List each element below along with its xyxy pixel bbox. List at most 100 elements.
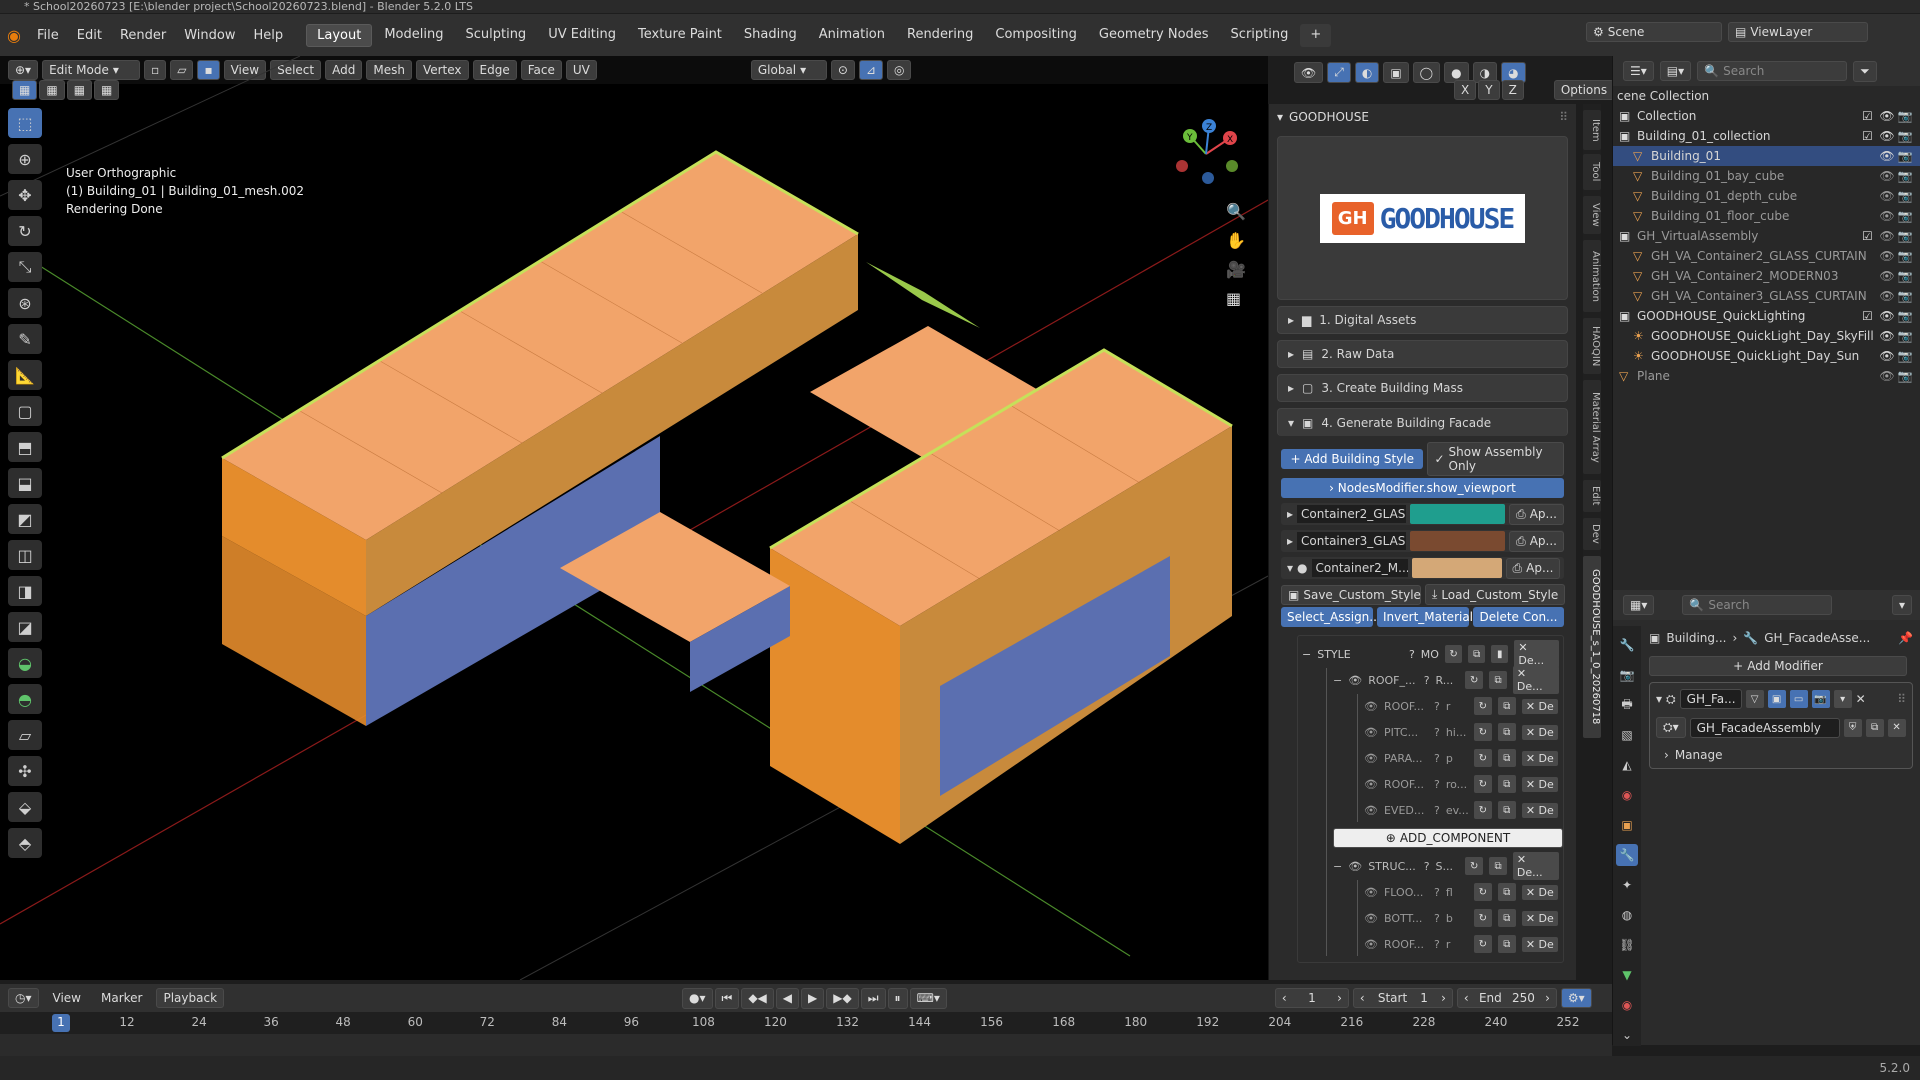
tab-tool[interactable]: Tool (1583, 154, 1601, 190)
navigation-gizmo[interactable]: X Y Z (1168, 116, 1244, 192)
timeline-editor-icon[interactable]: ◷▾ (8, 988, 39, 1008)
component-row[interactable]: 👁 EVED...? ev... ↻ ⧉ ✕ De (1364, 798, 1559, 822)
scale-tool-icon[interactable]: ⤡ (8, 252, 42, 282)
tab-material-array[interactable]: Material Array (1583, 380, 1601, 474)
container-row-expanded[interactable]: ▾ ● Container2_M... ⎙ Ap... (1281, 557, 1564, 579)
add-component-button[interactable]: ⊕ ADD_COMPONENT (1333, 828, 1563, 848)
more-tab-icon[interactable]: ⌄ (1616, 1024, 1638, 1046)
tab-edit[interactable]: Edit (1583, 480, 1601, 512)
outliner-row[interactable]: ▽ Building_01_bay_cube 👁 📷 (1613, 166, 1920, 186)
refresh-icon[interactable]: ↻ (1473, 749, 1492, 767)
camera-icon[interactable]: 📷 (1896, 129, 1914, 143)
refresh-icon[interactable]: ↻ (1465, 671, 1484, 689)
display-mode-icon[interactable]: ▤▾ (1659, 61, 1692, 81)
invert-material-button[interactable]: Invert_Material... (1377, 607, 1484, 627)
eye-icon[interactable]: 👁 (1364, 752, 1378, 765)
menu-edit[interactable]: Edit (68, 28, 111, 43)
tab-texture-paint[interactable]: Texture Paint (628, 24, 732, 47)
tab-rendering[interactable]: Rendering (897, 24, 983, 47)
eye-icon[interactable]: 👁 (1364, 886, 1378, 899)
delete-button[interactable]: ✕ De (1521, 802, 1558, 818)
constraints-tab-icon[interactable]: ⛓ (1616, 934, 1638, 956)
eye-icon[interactable]: 👁 (1878, 349, 1896, 363)
unlink-icon[interactable]: ✕ (1887, 718, 1906, 737)
prev-keyframe-icon[interactable]: ◆◀ (741, 987, 774, 1009)
tab-goodhouse[interactable]: GOODHOUSE_s_1_0_20260718 (1583, 556, 1601, 738)
menu-window[interactable]: Window (175, 28, 244, 43)
apply-button[interactable]: ⎙ Ap... (1505, 557, 1561, 579)
move-tool-icon[interactable]: ✥ (8, 180, 42, 210)
manage-subpanel[interactable]: › Manage (1656, 748, 1906, 762)
modifier-menu-icon[interactable]: ▾ (1833, 690, 1852, 708)
duplicate-icon[interactable]: ⧉ (1489, 857, 1507, 875)
fake-user-icon[interactable]: ⛨ (1843, 718, 1862, 737)
chevron-down-icon[interactable]: ▾ (1656, 692, 1662, 706)
loopcut-tool-icon[interactable]: ◫ (8, 540, 42, 570)
camera-icon[interactable]: 📷 (1896, 109, 1914, 123)
start-frame-field[interactable]: ‹ Start 1 › (1352, 988, 1453, 1008)
play-reverse-icon[interactable]: ◀ (775, 987, 800, 1009)
jump-end-icon[interactable]: ⏭ (860, 987, 886, 1009)
component-row[interactable]: 👁 ROOF...? r ↻ ⧉ ✕ De (1364, 694, 1559, 718)
menu-help[interactable]: Help (245, 28, 293, 43)
help-icon[interactable]: ? (1434, 726, 1440, 739)
bevel-tool-icon[interactable]: ◩ (8, 504, 42, 534)
filter-icon[interactable]: ⏷ (1853, 60, 1877, 82)
show-assembly-only-toggle[interactable]: ✓ Show Assembly Only (1427, 442, 1564, 476)
nodes-modifier-button[interactable]: › NodesModifier.show_viewport (1281, 478, 1564, 498)
blender-logo-icon[interactable]: ◉ (0, 26, 28, 45)
gizmo-icon[interactable]: ⤢ (1327, 62, 1351, 83)
eye-icon[interactable]: 👁 (1364, 700, 1378, 713)
component-row[interactable]: 👁 FLOO...? fl ↻ ⧉ ✕ De (1364, 880, 1559, 904)
help-icon[interactable]: ? (1424, 860, 1430, 873)
smooth-tool-icon[interactable]: ◓ (8, 684, 42, 714)
edge-slide-tool-icon[interactable]: ▱ (8, 720, 42, 750)
camera-icon[interactable]: 📷 (1896, 169, 1914, 183)
data-tab-icon[interactable]: ▼ (1616, 964, 1638, 986)
modifier-name-field[interactable]: GH_Fa... (1679, 689, 1742, 709)
physics-tab-icon[interactable]: ◍ (1616, 904, 1638, 926)
structure-group-row[interactable]: − 👁 STRUC... ? S... ↻ ⧉ ✕ De... (1333, 852, 1559, 880)
render-tab-icon[interactable]: 📷 (1616, 664, 1638, 686)
outliner-editor-icon[interactable]: ☰▾ (1623, 61, 1654, 81)
component-row[interactable]: 👁 PITC...? hi... ↻ ⧉ ✕ De (1364, 720, 1559, 744)
pan-hand-icon[interactable]: ✋ (1226, 231, 1246, 250)
material-tab-icon[interactable]: ◉ (1616, 994, 1638, 1016)
rotate-tool-icon[interactable]: ↻ (8, 216, 42, 246)
tab-haoqin[interactable]: HAOQIN (1583, 318, 1601, 374)
delete-button[interactable]: ✕ De (1521, 724, 1558, 740)
tab-modeling[interactable]: Modeling (374, 24, 453, 47)
camera-icon[interactable]: 📷 (1896, 349, 1914, 363)
refresh-icon[interactable]: ↻ (1473, 883, 1492, 901)
dropdown-icon[interactable]: ▾ (1891, 595, 1912, 615)
editmode-toggle-icon[interactable]: ▽ (1745, 690, 1764, 708)
tab-animation[interactable]: Animation (1583, 240, 1601, 312)
camera-icon[interactable]: 📷 (1896, 289, 1914, 303)
knife-tool-icon[interactable]: ◨ (8, 576, 42, 606)
refresh-icon[interactable]: ↻ (1444, 645, 1463, 663)
viewlayer-field[interactable]: ▤ ViewLayer (1728, 22, 1868, 42)
eye-icon[interactable]: 👁 (1348, 674, 1362, 687)
node-group-field[interactable]: GH_FacadeAssembly (1689, 717, 1840, 738)
delete-button[interactable]: ✕ De (1521, 936, 1558, 952)
tool-tab-icon[interactable]: 🔧 (1616, 634, 1638, 656)
help-icon[interactable]: ? (1434, 886, 1440, 899)
eye-icon[interactable]: 👁 (1878, 129, 1896, 143)
outliner-row[interactable]: ▽ Building_01_floor_cube 👁 📷 (1613, 206, 1920, 226)
duplicate-icon[interactable]: ⧉ (1865, 718, 1884, 737)
add-modifier-button[interactable]: + Add Modifier (1649, 656, 1907, 676)
output-tab-icon[interactable]: 🖶 (1616, 694, 1638, 716)
outliner-row[interactable]: ▽ GH_VA_Container2_GLASS_CURTAIN 👁 📷 (1613, 246, 1920, 266)
refresh-icon[interactable]: ↻ (1473, 775, 1492, 793)
eye-icon[interactable]: 👁 (1878, 149, 1896, 163)
scene-collection-row[interactable]: cene Collection (1613, 86, 1920, 106)
duplicate-icon[interactable]: ⧉ (1497, 749, 1516, 767)
shrink-tool-icon[interactable]: ✣ (8, 756, 42, 786)
cursor-tool-icon[interactable]: ⊕ (8, 144, 42, 174)
exclude-checkbox[interactable]: ☑ (1862, 229, 1878, 243)
duplicate-icon[interactable]: ⧉ (1497, 909, 1516, 927)
annotate-tool-icon[interactable]: ✎ (8, 324, 42, 354)
axis-x[interactable]: X (1454, 80, 1477, 100)
3d-viewport[interactable]: ⊕▾ Edit Mode ▾ ▫ ▱ ▪ View Select Add Mesh… (0, 56, 1615, 980)
eye-icon[interactable]: 👁 (1878, 249, 1896, 263)
